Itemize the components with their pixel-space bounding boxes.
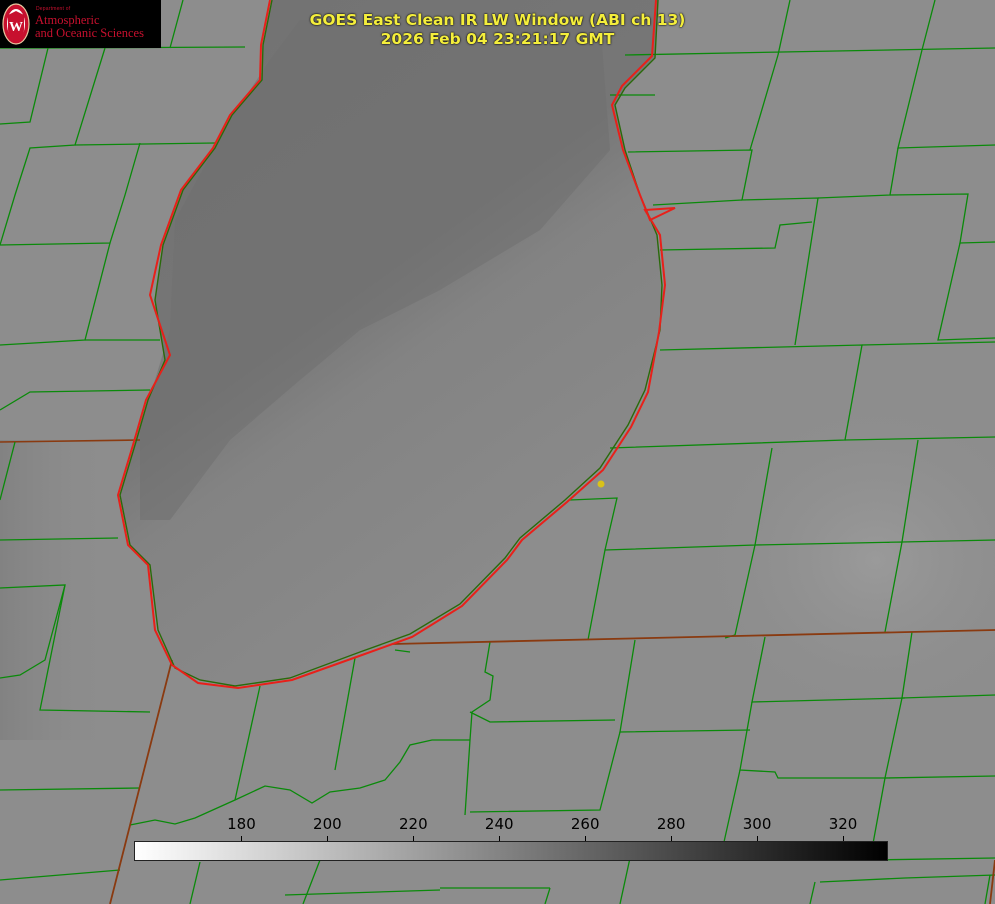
colorbar-tick-label: 240 bbox=[484, 815, 514, 833]
colorbar-tick-label: 180 bbox=[227, 815, 256, 833]
colorbar-tick-mark bbox=[413, 836, 415, 841]
colorbar-tick-label: 260 bbox=[570, 815, 600, 833]
colorbar-tick-label: 220 bbox=[398, 815, 428, 833]
colorbar-tick-label: 200 bbox=[313, 815, 342, 833]
colorbar-tick-mark bbox=[671, 836, 673, 841]
colorbar-tick-mark bbox=[757, 836, 759, 841]
image-timestamp: 2026 Feb 04 23:21:17 GMT bbox=[380, 30, 615, 48]
colorbar-tick-label: 280 bbox=[656, 815, 686, 833]
colorbar-tick-mark bbox=[499, 836, 501, 841]
colorbar-tick-mark bbox=[241, 836, 243, 841]
satellite-map bbox=[0, 0, 995, 904]
colorbar-tick-label: 300 bbox=[742, 815, 772, 833]
location-dot-icon bbox=[597, 480, 605, 488]
temperature-colorbar bbox=[134, 841, 888, 861]
colorbar-tick-mark bbox=[585, 836, 587, 841]
colorbar-tick-label: 320 bbox=[828, 815, 858, 833]
product-title: GOES East Clean IR LW Window (ABI ch 13) bbox=[309, 11, 686, 29]
satellite-image-viewer: W Department of Atmospheric and Oceanic … bbox=[0, 0, 995, 904]
colorbar-tick-mark bbox=[843, 836, 845, 841]
colorbar-tick-mark bbox=[327, 836, 329, 841]
